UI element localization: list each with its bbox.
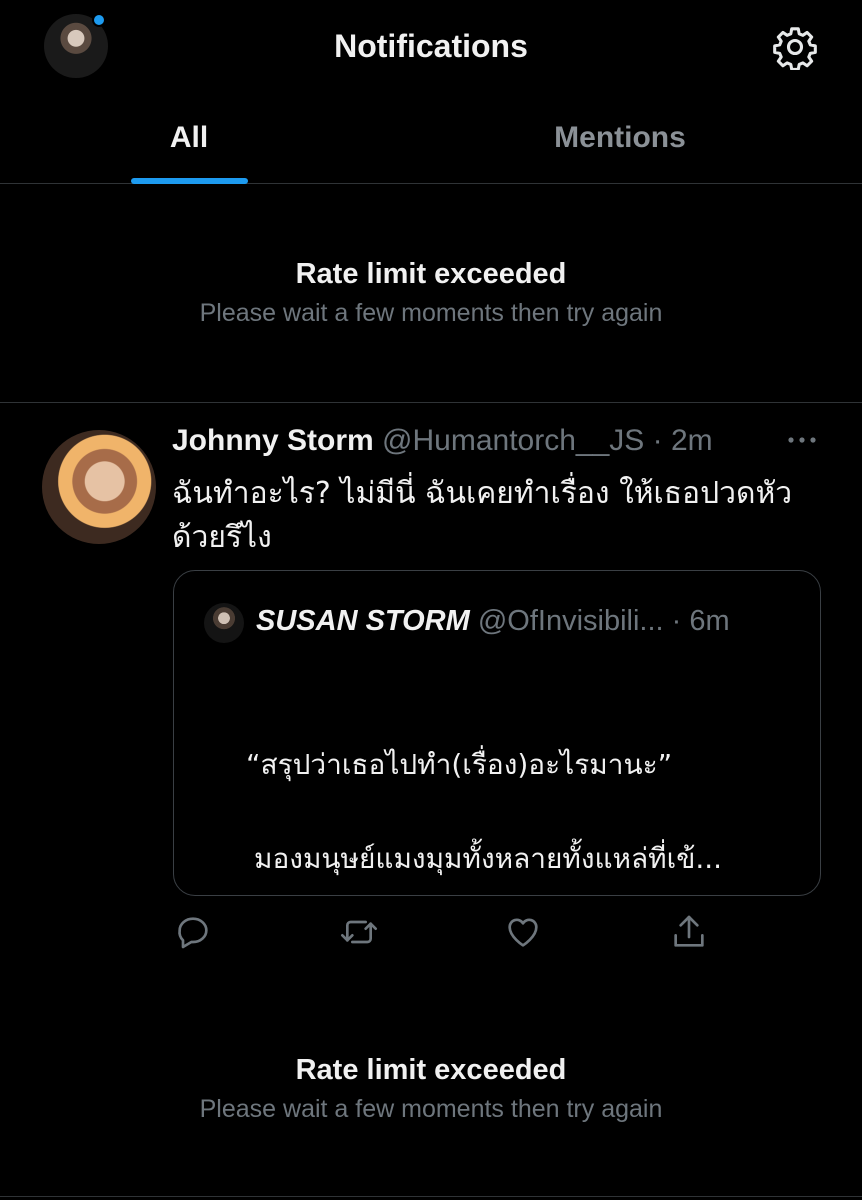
tweet-author-avatar[interactable] <box>42 430 156 544</box>
quoted-tweet-line: “สรุปว่าเธอไปทำ(เรื่อง)อะไรมานะ” <box>246 748 673 781</box>
tweet-author-name[interactable]: Johnny Storm <box>172 424 374 457</box>
quoted-author-handle: @OfInvisibili... <box>477 605 664 637</box>
quoted-tweet-header: SUSAN STORM @OfInvisibili... · 6m <box>256 605 730 638</box>
notification-tabs: All Mentions <box>0 92 862 184</box>
rate-limit-subtitle: Please wait a few moments then try again <box>199 1095 663 1123</box>
tweet-time: · 2m <box>652 424 713 457</box>
unread-dot <box>92 13 106 27</box>
tweet-author-handle[interactable]: @Humantorch__JS <box>382 424 644 457</box>
rate-limit-message-bottom: Rate limit exceeded Please wait a few mo… <box>0 1054 862 1124</box>
divider <box>0 1196 862 1197</box>
retweet-icon[interactable] <box>339 912 379 952</box>
top-bar: Notifications <box>0 0 862 92</box>
rate-limit-message-top: Rate limit exceeded Please wait a few mo… <box>0 258 862 328</box>
rate-limit-title: Rate limit exceeded <box>295 258 567 290</box>
tab-active-indicator <box>131 178 248 184</box>
share-icon[interactable] <box>669 912 709 952</box>
rate-limit-subtitle: Please wait a few moments then try again <box>199 299 663 327</box>
quoted-tweet-line: มองมนุษย์แมงมุมทั้งหลายทั้งแหล่ที่เข้... <box>254 842 723 875</box>
like-icon[interactable] <box>503 912 543 952</box>
tab-all[interactable]: All <box>0 92 378 183</box>
divider <box>0 402 862 403</box>
quoted-author-avatar <box>204 603 244 643</box>
quoted-tweet[interactable]: SUSAN STORM @OfInvisibili... · 6m “สรุปว… <box>173 570 821 896</box>
reply-icon[interactable] <box>173 912 213 952</box>
gear-icon[interactable] <box>772 24 818 70</box>
page-title: Notifications <box>334 28 528 64</box>
tweet-text: ฉันทำอะไร? ไม่มีนี่ ฉันเคยทำเรื่อง ให้เธ… <box>172 476 793 555</box>
quoted-author-name: SUSAN STORM <box>256 605 470 637</box>
tab-all-label: All <box>169 120 209 154</box>
tweet-header: Johnny Storm @Humantorch__JS · 2m <box>172 424 713 458</box>
quoted-tweet-time: · 6m <box>671 605 730 637</box>
tab-mentions[interactable]: Mentions <box>378 92 862 183</box>
rate-limit-title: Rate limit exceeded <box>295 1054 567 1086</box>
tab-mentions-label: Mentions <box>554 120 686 154</box>
more-options-icon[interactable] <box>786 430 818 450</box>
